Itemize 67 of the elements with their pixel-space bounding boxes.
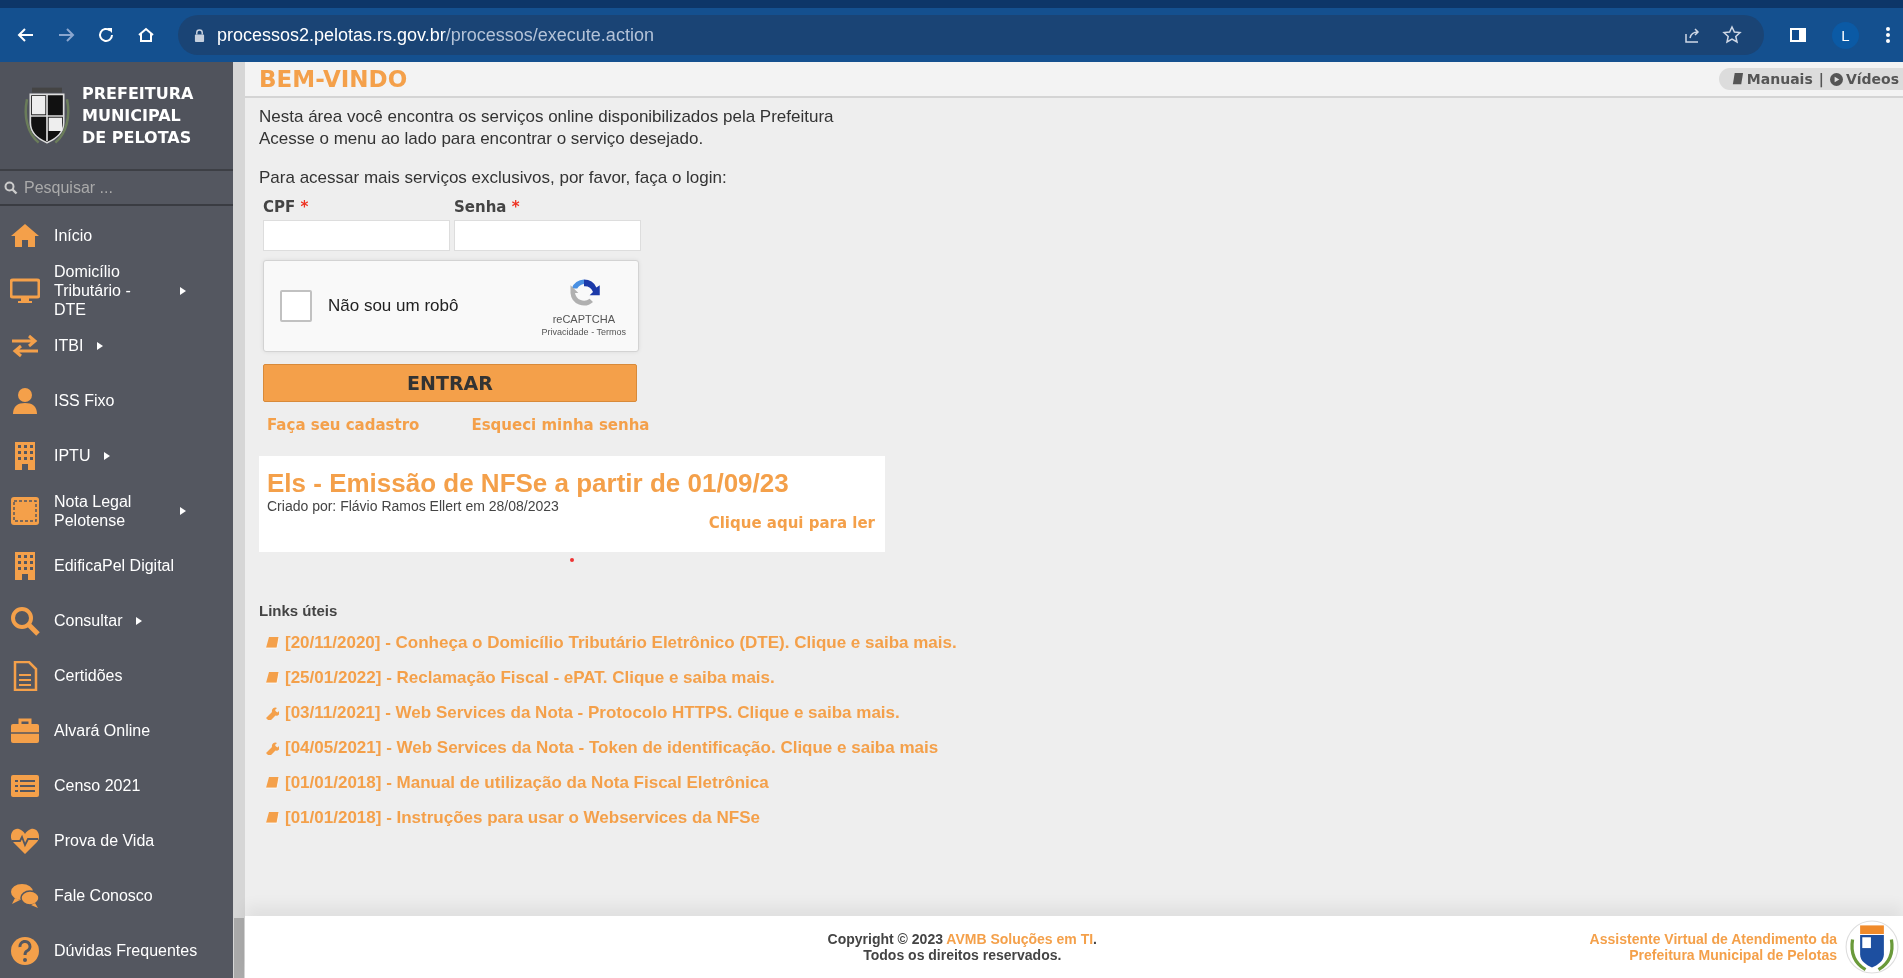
share-icon[interactable] [1682, 25, 1702, 45]
input-field[interactable] [263, 220, 450, 251]
menu-item[interactable]: ISS Fixo [0, 373, 233, 428]
magnifier-icon [10, 605, 40, 636]
side-panel-icon[interactable] [1788, 25, 1808, 45]
separator: - [591, 327, 595, 337]
book-icon [265, 670, 279, 685]
logo-text: MUNICIPAL [82, 104, 182, 127]
news-byline: Criado por: Flávio Ramos Ellert em 28/08/2023 [267, 498, 560, 514]
nota-legal-icon [10, 495, 40, 526]
rights-text: Todos os direitos reservados. [863, 947, 1062, 963]
logo-text: DE PELOTAS [82, 126, 193, 149]
scrollbar[interactable] [233, 62, 245, 978]
profile-avatar[interactable]: L [1832, 21, 1859, 49]
star-icon[interactable] [1722, 25, 1742, 45]
play-icon [1829, 72, 1843, 86]
url-text: processos2.pelotas.rs.gov.br/processos/execute.action [217, 24, 654, 46]
menu-item[interactable]: Domicílio Tributário - DTE [0, 263, 233, 318]
captcha-checkbox[interactable] [280, 290, 312, 322]
privacy-link[interactable]: Privacidade [541, 327, 589, 337]
menu-item[interactable]: Nota Legal Pelotense [0, 483, 233, 538]
menu-item[interactable]: Certidões [0, 648, 233, 703]
captcha-brand: reCAPTCHA [552, 313, 615, 325]
search-field[interactable]: Pesquisar ... [22, 177, 216, 198]
login-button[interactable]: ENTRAR [263, 364, 637, 402]
page-title: BEM-VINDO [259, 66, 409, 92]
indicator-dot [570, 558, 574, 562]
input-field[interactable] [454, 220, 641, 251]
lock-icon [194, 28, 205, 42]
address-bar[interactable]: processos2.pelotas.rs.gov.br/processos/execute.action [178, 15, 1764, 55]
login-prompt: Para acessar mais serviços exclusivos, por favor, faça o login: [259, 168, 727, 188]
search-icon [4, 180, 18, 195]
wrench-icon [265, 705, 279, 720]
field-label: CPF * [263, 198, 310, 216]
menu-item[interactable]: Prova de Vida [0, 813, 233, 868]
book-icon [265, 635, 279, 650]
section-title: Links úteis [259, 602, 338, 619]
menu-item[interactable]: EdificaPel Digital [0, 538, 233, 593]
manuals-link[interactable]: Manuais [1730, 71, 1813, 87]
menu-item[interactable]: Consultar [0, 593, 233, 648]
coat-of-arms-icon [1845, 920, 1899, 974]
captcha-label: Não sou um robô [328, 296, 459, 316]
person-icon [10, 385, 40, 416]
videos-link[interactable]: Vídeos [1829, 71, 1899, 87]
book-icon [1730, 72, 1744, 86]
home-icon[interactable] [136, 25, 156, 45]
menu-item[interactable]: Fale Conosco [0, 868, 233, 923]
menu-item[interactable]: ITBI [0, 318, 233, 373]
menu-item[interactable]: Censo 2021 [0, 758, 233, 813]
reload-icon[interactable] [96, 25, 116, 45]
book-icon [265, 810, 279, 825]
copyright-text: Copyright © 2023 AVMB Soluções em TI. [827, 931, 1097, 947]
intro-text: Acesse o menu ao lado para encontrar o serviço desejado. [259, 128, 704, 150]
menu-item[interactable]: Dúvidas Frequentes [0, 923, 233, 978]
menu-item[interactable]: Alvará Online [0, 703, 233, 758]
field-label: Senha * [454, 198, 521, 216]
menu-item[interactable]: IPTU [0, 428, 233, 483]
logo-text: PREFEITURA [82, 82, 194, 105]
question-icon [10, 935, 40, 966]
intro-text: Nesta área você encontra os serviços online disponibilizados pela Prefeitura [259, 106, 834, 128]
menu-item[interactable]: Início [0, 208, 233, 263]
terms-link[interactable]: Termos [596, 327, 626, 337]
separator: | [1818, 71, 1824, 87]
book-icon [265, 775, 279, 790]
menu-icon[interactable] [1885, 25, 1891, 45]
news-title: Els - Emissão de NFSe a partir de 01/09/23 [267, 468, 790, 498]
wrench-icon [265, 740, 279, 755]
